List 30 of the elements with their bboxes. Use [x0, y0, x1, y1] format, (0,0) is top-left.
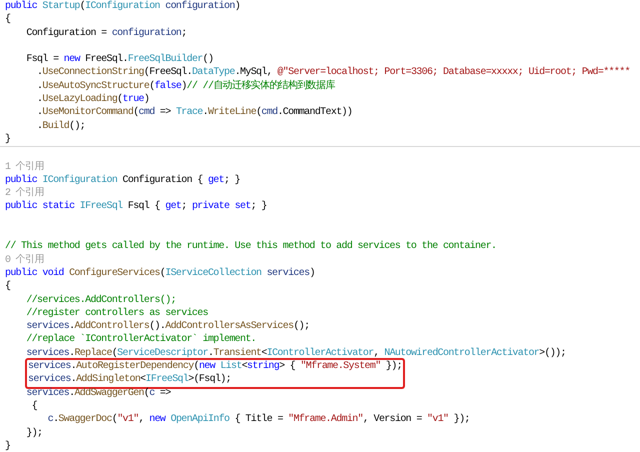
code-line: Configuration = configuration;: [25, 26, 187, 40]
code-line: {: [5, 280, 10, 294]
code-line: .UseLazyLoading(true): [36, 93, 150, 106]
code-line: .UseMonitorCommand(cmd => Trace.WriteLine(cmd.CommandText)): [36, 106, 352, 120]
code-line: services.Replace(ServiceDescriptor.Transient<IControllerActivator, NAutowiredControllerActivator>());: [25, 346, 566, 360]
highlighted-code-line: services.AddSingleton<IFreeSql>(Fsql);: [25, 373, 405, 389]
reference-count: 2 个引用: [5, 187, 44, 200]
code-line: {: [5, 13, 10, 27]
code-line: //replace `IControllerActivator` implement.: [25, 333, 256, 347]
code-line: services.AddSwaggerGen(c =>: [25, 386, 171, 400]
code-line: }: [5, 132, 10, 146]
highlighted-code-line: services.AutoRegisterDependency(new List<string> { "Mframe.System" });: [25, 358, 405, 374]
code-line: // This method gets called by the runtime. Use this method to add services to the container.: [5, 240, 496, 254]
code-line: .UseConnectionString(FreeSql.DataType.MySql, @"Server=localhost; Port=3306; Database=xxxxx; Uid=root; Pwd=*****: [36, 66, 630, 80]
reference-count: 1 个引用: [5, 160, 44, 174]
code-line: //register controllers as services: [25, 306, 208, 320]
code-line: c.SwaggerDoc("v1", new OpenApiInfo { Title = "Mframe.Admin", Version = "v1" });: [46, 413, 470, 426]
code-line: Fsql = new FreeSql.FreeSqlBuilder(): [25, 53, 214, 66]
code-line: services.AddControllers().AddControllersAsServices();: [25, 320, 310, 334]
code-line: {: [30, 400, 38, 414]
code-line: //services.AddControllers();: [25, 294, 176, 307]
code-line: .Build();: [36, 120, 86, 133]
code-line: .UseAutoSyncStructure(false)// //自动迁移实体的结构到数据库: [36, 80, 335, 94]
code-line: public static IFreeSql Fsql { get; private set; }: [5, 200, 267, 214]
reference-count: 0 个引用: [5, 254, 44, 267]
code-line: }: [5, 440, 10, 452]
code-line: public IConfiguration Configuration { get; }: [5, 174, 240, 187]
code-line: public Startup(IConfiguration configuration): [5, 0, 240, 14]
code-line: });: [25, 426, 42, 440]
code-line: public void ConfigureServices(IServiceCollection services): [5, 266, 315, 280]
